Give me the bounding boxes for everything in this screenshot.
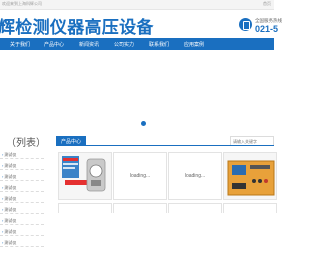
product-card[interactable]: [223, 152, 277, 200]
nav-item-contact[interactable]: 联系我们: [149, 41, 169, 48]
site-header: 辉检测仪器高压设备 全国服务热线 021-5: [0, 10, 282, 38]
sidebar-item[interactable]: 测试仪: [0, 225, 44, 236]
loading-text: loading...: [184, 173, 206, 179]
product-card[interactable]: [223, 203, 277, 213]
product-card[interactable]: loading...: [113, 152, 167, 200]
slider-dot-active[interactable]: [141, 121, 146, 126]
product-card[interactable]: [168, 203, 222, 213]
sidebar-item[interactable]: 测试仪: [0, 214, 44, 225]
home-link[interactable]: 首页: [263, 1, 271, 7]
product-category-list: 测试仪 测试仪 测试仪 测试仪 测试仪 测试仪 测试仪 测试仪 测试仪: [0, 148, 44, 247]
sidebar-item[interactable]: 测试仪: [0, 181, 44, 192]
nav-item-cases[interactable]: 应用案例: [184, 41, 204, 48]
banner-slider: [0, 50, 274, 131]
main-nav: 关于我们 产品中心 新闻资讯 公司实力 联系我们 应用案例: [0, 38, 274, 50]
sidebar-item[interactable]: 测试仪: [0, 236, 44, 247]
product-card[interactable]: [58, 203, 112, 213]
phone-icon: [239, 18, 252, 31]
sidebar-item[interactable]: 测试仪: [0, 159, 44, 170]
sidebar-title: （列表）: [6, 138, 46, 149]
top-bar: 欢迎来到上海科辉公司 首页: [0, 0, 274, 10]
product-image: [224, 153, 276, 199]
loading-text: loading...: [129, 173, 151, 179]
product-card[interactable]: [113, 203, 167, 213]
products-section-title[interactable]: 产品中心: [56, 136, 87, 146]
welcome-text: 欢迎来到上海科辉公司: [2, 1, 42, 6]
sidebar-item[interactable]: 测试仪: [0, 148, 44, 159]
nav-item-strength[interactable]: 公司实力: [114, 41, 134, 48]
sidebar-item[interactable]: 测试仪: [0, 203, 44, 214]
product-image: [59, 153, 111, 199]
product-card[interactable]: [58, 152, 112, 200]
product-card[interactable]: loading...: [168, 152, 222, 200]
sidebar-item[interactable]: 测试仪: [0, 170, 44, 181]
nav-item-news[interactable]: 新闻资讯: [79, 41, 99, 48]
nav-item-products[interactable]: 产品中心: [44, 41, 64, 48]
hotline-number: 021-5: [255, 24, 279, 34]
products-section-header: 产品中心: [56, 136, 274, 146]
nav-item-about[interactable]: 关于我们: [10, 41, 30, 48]
site-logo-text[interactable]: 辉检测仪器高压设备: [0, 13, 154, 38]
sidebar-item[interactable]: 测试仪: [0, 192, 44, 203]
